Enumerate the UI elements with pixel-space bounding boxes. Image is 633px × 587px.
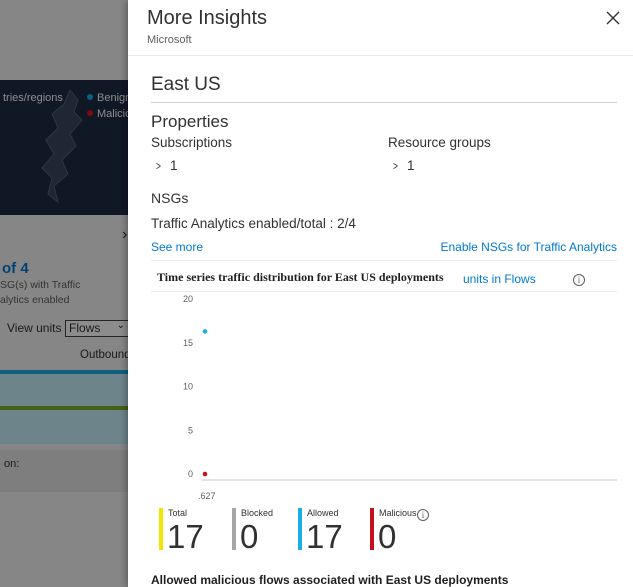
info-icon[interactable]: i xyxy=(573,274,585,286)
stat-label: Allowed xyxy=(307,508,339,518)
stat-value: 17 xyxy=(167,518,204,555)
stat-color-bar xyxy=(232,508,236,550)
stat-color-bar xyxy=(298,508,302,550)
x-tick-label: .627 xyxy=(198,491,216,501)
stat-color-bar xyxy=(370,508,374,550)
stat-value: 0 xyxy=(378,518,397,555)
header-divider xyxy=(128,55,633,56)
subscriptions-label: Subscriptions xyxy=(151,135,233,150)
subscriptions-link[interactable]: >1 xyxy=(155,158,177,173)
data-point[interactable] xyxy=(202,329,208,334)
properties-heading: Properties xyxy=(151,112,229,131)
chevron-right-icon: > xyxy=(393,159,398,173)
more-insights-panel: More Insights Microsoft East US Properti… xyxy=(128,0,633,587)
stat-value: 17 xyxy=(306,518,343,555)
region-title: East US xyxy=(151,74,221,95)
stat-label: Malicious xyxy=(379,508,417,518)
info-icon[interactable]: i xyxy=(417,509,429,521)
stat-label: Total xyxy=(168,508,188,518)
resource-groups-label: Resource groups xyxy=(388,135,491,150)
close-icon[interactable] xyxy=(605,10,621,26)
stat-color-bar xyxy=(159,508,163,550)
y-tick-label: 20 xyxy=(183,294,193,304)
nsgs-heading: NSGs xyxy=(151,190,189,206)
chart-units: units in Flows xyxy=(463,272,536,286)
enable-nsgs-link[interactable]: Enable NSGs for Traffic Analytics xyxy=(440,240,617,254)
malicious-flows-title: Allowed malicious flows associated with … xyxy=(151,573,509,587)
panel-subtitle: Microsoft xyxy=(147,34,192,46)
resource-groups-link[interactable]: >1 xyxy=(392,158,414,173)
y-axis-ticks: 20 15 10 5 0 xyxy=(183,294,193,479)
region-divider xyxy=(151,102,617,103)
section-divider xyxy=(151,260,617,261)
chart-title: Time series traffic distribution for Eas… xyxy=(157,270,444,284)
traffic-timeseries-chart: 20 15 10 5 0 .627 xyxy=(183,294,617,501)
stat-value: 0 xyxy=(240,518,259,555)
y-tick-label: 0 xyxy=(188,469,193,479)
y-tick-label: 5 xyxy=(188,425,193,435)
data-points xyxy=(202,329,208,477)
see-more-link[interactable]: See more xyxy=(151,240,203,254)
y-tick-label: 10 xyxy=(183,382,193,392)
traffic-analytics-status: Traffic Analytics enabled/total : 2/4 xyxy=(151,216,356,231)
stat-label: Blocked xyxy=(241,508,274,518)
y-tick-label: 15 xyxy=(183,338,193,348)
data-point[interactable] xyxy=(202,471,208,477)
panel-title: More Insights xyxy=(147,7,268,29)
chevron-right-icon: > xyxy=(156,159,161,173)
